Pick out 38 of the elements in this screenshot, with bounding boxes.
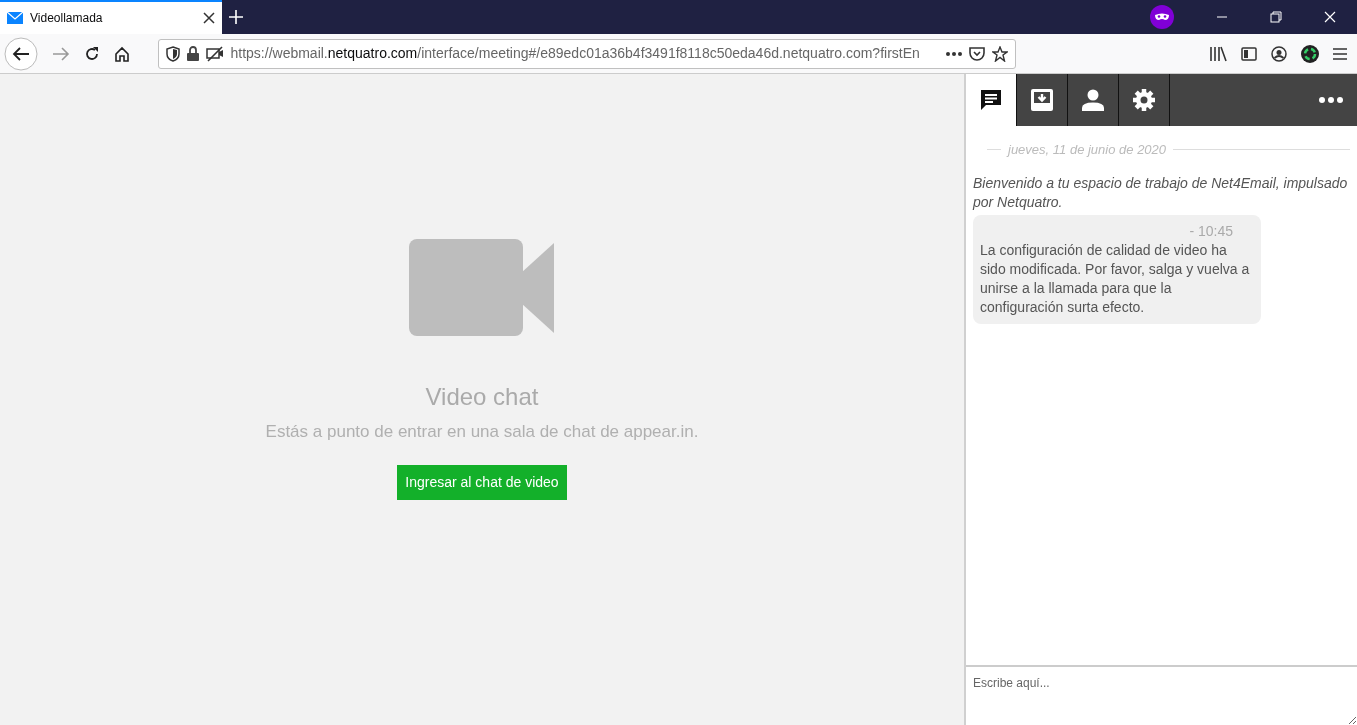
envelope-icon [7,12,23,24]
sidebar-icon[interactable] [1240,46,1257,61]
account-icon[interactable] [1270,45,1287,62]
video-chat-subtitle: Estás a punto de entrar en una sala de chat de appear.in. [265,420,699,443]
message-input[interactable]: Escribe aquí... [966,665,1357,725]
inbox-icon [1030,88,1054,112]
reload-icon[interactable] [83,45,100,62]
url-field[interactable]: https://webmail.netquatro.com/interface/meeting#/e89edc01a36b4f3491f8118c50eda46d.netquatro.com?firstEn [157,38,1016,69]
message-text: La configuración de calidad de video ha sido modificada. Por favor, salga y vuelva a unirse a la llamada para que la configuración surta efecto. [980,241,1251,317]
more-icon[interactable] [945,51,962,56]
home-icon[interactable] [113,45,130,62]
close-icon[interactable] [203,12,215,24]
browser-tab[interactable]: Videollamada [0,0,222,34]
welcome-message: Bienvenido a tu espacio de trabajo de Net4Email, impulsado por Netquatro. [973,173,1349,212]
camera-blocked-icon [205,45,224,62]
library-icon[interactable] [1208,45,1227,62]
pocket-icon[interactable] [968,45,985,62]
settings-icon [1132,88,1156,112]
mask-icon [1150,5,1174,29]
video-camera-icon [409,239,555,337]
video-chat-title: Video chat [425,382,539,412]
message-time: - 10:45 [1188,222,1234,241]
sidebar-tab[interactable] [966,74,1017,126]
tab-title: Videollamada [30,10,104,27]
plus-icon [229,10,243,24]
date-label: jueves, 11 de junio de 2020 [1008,141,1167,159]
person-icon [1081,88,1105,112]
restore-icon[interactable] [1270,11,1282,23]
star-icon[interactable] [991,45,1008,62]
menu-icon[interactable] [1332,47,1347,60]
url-text: https://webmail.netquatro.com/interface/meeting#/e89edc01a36b4f3491f8118c50eda46d.netquatro.com?firstEn [230,44,921,63]
shield-icon [165,45,180,62]
forward-arrow-icon[interactable] [51,45,70,62]
color-wheel-icon[interactable] [1300,44,1319,63]
chat-icon [979,88,1003,112]
lock-icon [186,46,199,61]
back-button[interactable] [3,36,38,71]
more-icon [1319,97,1343,103]
